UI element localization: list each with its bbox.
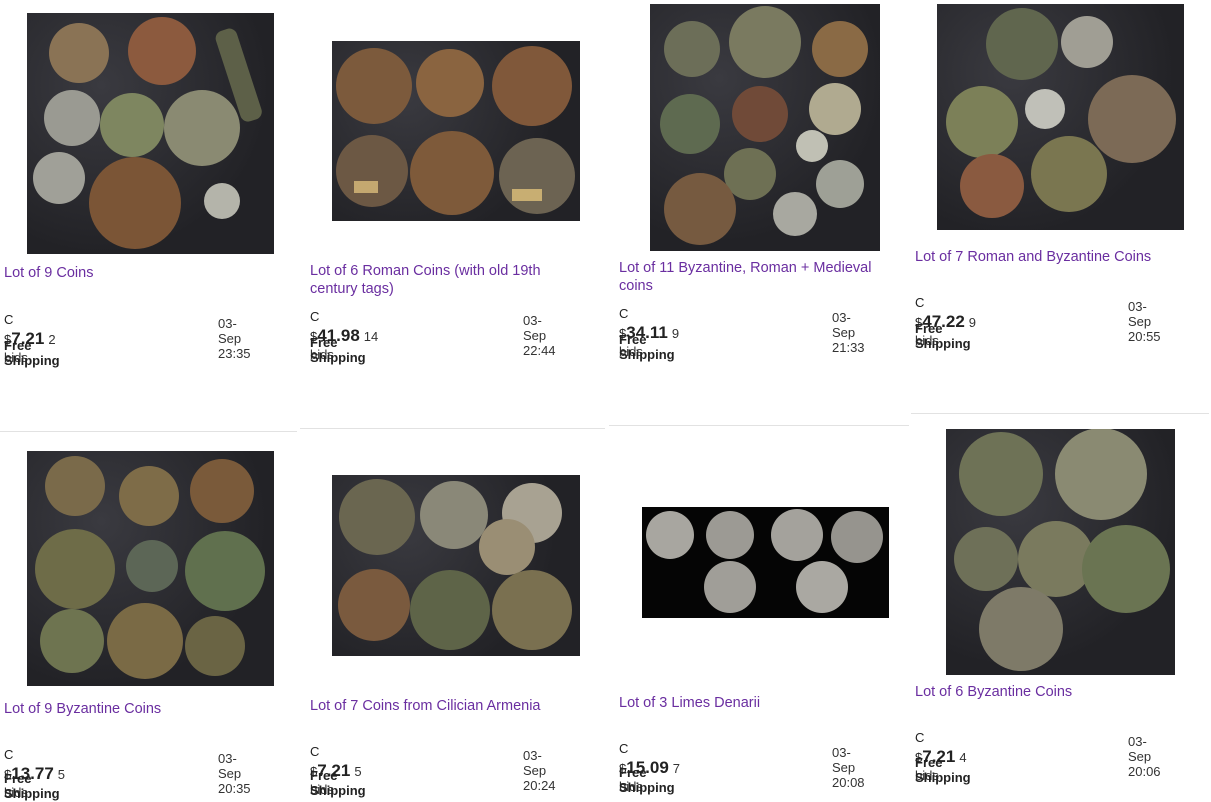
coin-photo xyxy=(946,8,1176,218)
listing-title[interactable]: Lot of 3 Limes Denarii xyxy=(619,694,899,712)
end-date: 03-Sep 22:44 xyxy=(523,313,556,358)
coin-photo xyxy=(336,46,575,215)
row-divider xyxy=(300,428,605,429)
end-date: 03-Sep 20:08 xyxy=(832,745,865,790)
listing-title[interactable]: Lot of 11 Byzantine, Roman + Medieval co… xyxy=(619,259,899,295)
listing-image[interactable] xyxy=(332,41,580,221)
listing-image[interactable] xyxy=(27,13,274,254)
shipping-label: Free Shipping xyxy=(619,332,675,362)
shipping-label: Free Shipping xyxy=(310,768,366,798)
end-date: 03-Sep 20:24 xyxy=(523,748,556,793)
shipping-label: Free Shipping xyxy=(310,335,366,365)
row-divider xyxy=(0,431,297,432)
shipping-label: Free Shipping xyxy=(4,771,60,801)
end-date: 03-Sep 23:35 xyxy=(218,316,251,361)
shipping-label: Free Shipping xyxy=(915,755,971,785)
listing-image[interactable] xyxy=(650,4,880,251)
end-date: 03-Sep 20:35 xyxy=(218,751,251,796)
shipping-label: Free Shipping xyxy=(4,338,60,368)
listing-title[interactable]: Lot of 6 Roman Coins (with old 19th cent… xyxy=(310,262,590,298)
coin-photo xyxy=(35,456,265,679)
end-date: 03-Sep 21:33 xyxy=(832,310,865,355)
shipping-label: Free Shipping xyxy=(915,321,971,351)
listing-title[interactable]: Lot of 9 Byzantine Coins xyxy=(4,700,284,718)
listing-title[interactable]: Lot of 7 Roman and Byzantine Coins xyxy=(915,248,1195,266)
price-row: C $7.21 5 bids xyxy=(310,743,362,797)
listing-image[interactable] xyxy=(937,4,1184,230)
coin-photo xyxy=(954,429,1170,671)
coin-photo xyxy=(646,509,883,613)
listing-image[interactable] xyxy=(27,451,274,686)
price-row: C $34.11 9 bids xyxy=(619,305,679,359)
price-row: C $47.22 9 bids xyxy=(915,294,976,348)
coin-photo xyxy=(338,479,572,650)
listing-image[interactable] xyxy=(946,429,1175,675)
end-date: 03-Sep 20:55 xyxy=(1128,299,1161,344)
price-row: C $7.21 4 bids xyxy=(915,729,967,783)
listing-title[interactable]: Lot of 6 Byzantine Coins xyxy=(915,683,1195,701)
listing-title[interactable]: Lot of 9 Coins xyxy=(4,264,284,282)
end-date: 03-Sep 20:06 xyxy=(1128,734,1161,779)
price-row: C $13.77 5 bids xyxy=(4,746,65,800)
listing-title[interactable]: Lot of 7 Coins from Cilician Armenia xyxy=(310,697,590,715)
price-row: C $15.09 7 bids xyxy=(619,740,680,794)
coin-photo xyxy=(660,6,868,245)
shipping-label: Free Shipping xyxy=(619,765,675,795)
price-row: C $7.21 2 bids xyxy=(4,311,56,365)
listing-image[interactable] xyxy=(642,507,889,618)
price-row: C $41.98 14 bids xyxy=(310,308,378,362)
row-divider xyxy=(911,413,1209,414)
row-divider xyxy=(609,425,909,426)
listing-image[interactable] xyxy=(332,475,580,656)
coin-photo xyxy=(33,17,262,249)
